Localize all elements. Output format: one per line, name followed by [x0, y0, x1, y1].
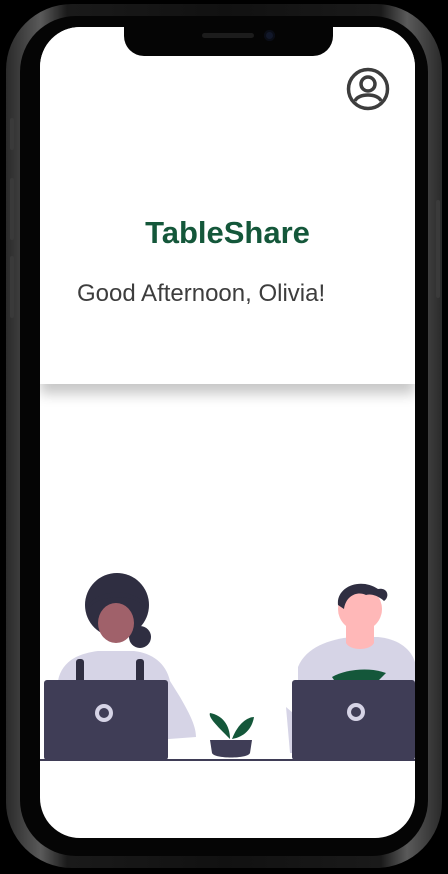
workspace-illustration [40, 573, 415, 761]
camera-icon [264, 30, 275, 41]
power-button [436, 200, 440, 298]
mute-switch [10, 118, 14, 150]
phone-notch [124, 27, 333, 56]
woman-at-laptop [44, 573, 196, 760]
profile-button[interactable] [345, 66, 391, 112]
man-at-laptop [286, 583, 415, 760]
volume-up-button [10, 178, 14, 240]
app-screen: TableShare Good Afternoon, Olivia! [40, 27, 415, 838]
user-circle-icon [346, 67, 390, 111]
volume-down-button [10, 256, 14, 318]
plant [209, 713, 254, 758]
speaker-grille [202, 33, 254, 38]
header-card: TableShare Good Afternoon, Olivia! [40, 27, 415, 384]
greeting-text: Good Afternoon, Olivia! [77, 280, 326, 307]
app-title: TableShare [145, 215, 310, 250]
